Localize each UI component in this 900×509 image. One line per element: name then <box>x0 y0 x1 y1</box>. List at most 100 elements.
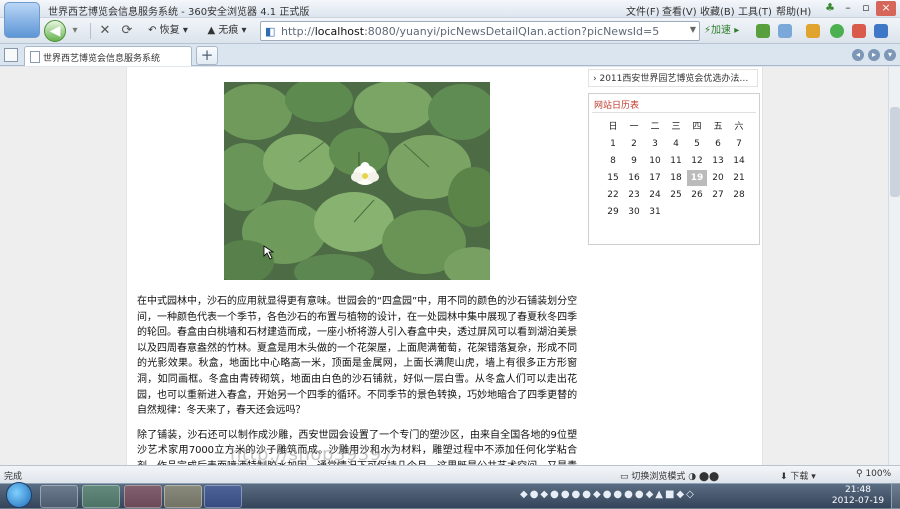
calendar-day[interactable]: 20 <box>708 170 728 186</box>
window-title: 世界西艺博览会信息服务系统 - 360安全浏览器 4.1 正式版 <box>48 7 310 18</box>
calendar-day[interactable]: 16 <box>624 170 644 186</box>
page-icon: ◧ <box>265 25 276 38</box>
refresh-button[interactable]: ⟳ <box>118 21 136 41</box>
close-button[interactable]: × <box>876 1 896 16</box>
calendar-day[interactable]: 31 <box>645 204 665 220</box>
photo-image <box>224 82 490 280</box>
menu-file[interactable]: 文件(F) <box>626 3 660 18</box>
tab-current[interactable]: 世界西艺博览会信息服务系统 <box>24 46 192 66</box>
news-title[interactable]: 2011西安世界园艺博览会优选办法… <box>599 74 748 84</box>
extensions-icon[interactable] <box>874 24 888 38</box>
security-icon[interactable] <box>830 24 844 38</box>
browser-taskbar-icon[interactable] <box>82 485 120 508</box>
calendar-grid: 日一二三四五六 1 2 3 4 5 6 7 8 9 10 11 12 13 14 15 16 17 18 19 20 21… <box>603 119 753 221</box>
menu-view[interactable]: 查看(V) <box>662 3 697 18</box>
sidebar-toggle-icon[interactable] <box>4 48 18 62</box>
calendar-day[interactable]: 24 <box>645 187 665 203</box>
calendar-day[interactable]: 28 <box>729 187 749 203</box>
ide-taskbar-icon[interactable] <box>204 485 242 508</box>
translate-icon[interactable] <box>852 24 866 38</box>
restore-button[interactable]: ↶ 恢复 ▾ <box>140 21 196 41</box>
private-mode-button[interactable]: ▲ 无痕 ▾ <box>200 21 254 41</box>
calendar-day[interactable]: 23 <box>624 187 644 203</box>
calendar-day[interactable]: 1 <box>603 136 623 152</box>
tab-bar: 世界西艺博览会信息服务系统 + ◂ ▸ ▾ <box>0 44 900 66</box>
calendar-divider <box>592 112 756 113</box>
tab-label: 世界西艺博览会信息服务系统 <box>43 54 161 64</box>
tab-left-icon[interactable]: ◂ <box>852 49 864 61</box>
browse-mode-toggle[interactable]: ▭ 切换浏览模式 ◑ ⬤⬤ <box>620 469 719 482</box>
calendar-day[interactable]: 13 <box>708 153 728 169</box>
calendar-day[interactable]: 7 <box>729 136 749 152</box>
new-tab-button[interactable]: + <box>196 46 218 65</box>
calendar-day[interactable]: 10 <box>645 153 665 169</box>
back-button[interactable]: ◀ <box>44 20 66 42</box>
calendar-day[interactable]: 27 <box>708 187 728 203</box>
calendar-week-row: 8 9 10 11 12 13 14 <box>603 153 753 170</box>
maximize-button[interactable]: ▫ <box>858 1 874 16</box>
site-calendar: 网站日历表 日一二三四五六 1 2 3 4 5 6 7 8 9 10 11 12 13 14 15 16 17 18… <box>588 93 760 245</box>
address-dropdown-icon[interactable]: ▼ <box>690 25 696 34</box>
calendar-day[interactable]: 22 <box>603 187 623 203</box>
calendar-week-row: 1234567 <box>603 136 753 153</box>
calendar-day[interactable]: 21 <box>729 170 749 186</box>
calendar-day[interactable]: 29 <box>603 204 623 220</box>
scrollbar-thumb[interactable] <box>890 107 900 197</box>
watermark: http://shop39397 <box>230 444 394 465</box>
zoom-level[interactable]: ⚲ 100% <box>856 469 891 479</box>
lotus-pond-photo <box>224 82 490 280</box>
document-icon <box>30 51 40 63</box>
news-list-item[interactable]: › 2011西安世界园艺博览会优选办法… <box>588 69 758 87</box>
calendar-day[interactable]: 6 <box>708 136 728 152</box>
tab-list-icon[interactable]: ▾ <box>884 49 896 61</box>
calendar-day[interactable]: 12 <box>687 153 707 169</box>
calendar-day[interactable]: 3 <box>645 136 665 152</box>
mail-icon[interactable] <box>806 24 820 38</box>
calendar-day[interactable]: 8 <box>603 153 623 169</box>
vertical-scrollbar[interactable] <box>888 67 900 465</box>
calendar-title: 网站日历表 <box>594 101 640 111</box>
accelerate-label: 加速 <box>711 25 732 36</box>
calendar-day[interactable]: 30 <box>624 204 644 220</box>
calendar-day[interactable]: 25 <box>666 187 686 203</box>
calendar-day[interactable]: 5 <box>687 136 707 152</box>
calendar-day[interactable]: 17 <box>645 170 665 186</box>
apps-icon[interactable] <box>756 24 770 38</box>
calendar-week-row: 22 23 24 25 26 27 28 <box>603 187 753 204</box>
forward-dropdown-icon[interactable]: ▾ <box>68 21 82 41</box>
clock[interactable]: 21:48 2012-07-19 <box>828 485 888 507</box>
calendar-day[interactable]: 4 <box>666 136 686 152</box>
article-paragraph: 在中式园林中，沙石的应用就显得更有意味。世园会的“四盒园”中，用不同的颜色的沙石… <box>137 296 577 417</box>
calendar-day-today[interactable]: 19 <box>687 170 707 186</box>
show-desktop-button[interactable] <box>891 484 900 509</box>
start-button[interactable] <box>6 482 32 508</box>
url-text[interactable]: http://localhost:8080/yuanyi/picNewsDeta… <box>281 25 659 38</box>
menu-tools[interactable]: 工具(T) <box>738 3 772 18</box>
stop-button[interactable]: ✕ <box>96 21 114 41</box>
navigation-bar: ◀ ▾ ✕ ⟳ ↶ 恢复 ▾ ▲ 无痕 ▾ ◧ http://localhost… <box>0 18 900 44</box>
download-button[interactable]: ⬇ 下载 ▾ <box>780 469 816 482</box>
calendar-day[interactable]: 14 <box>729 153 749 169</box>
tab-right-icon[interactable]: ▸ <box>868 49 880 61</box>
calendar-day[interactable]: 15 <box>603 170 623 186</box>
menu-favorites[interactable]: 收藏(B) <box>700 3 735 18</box>
calendar-day[interactable]: 26 <box>687 187 707 203</box>
system-tray[interactable]: ◆●◆●●●●◆●●●●◆▲■◆◇ <box>520 489 696 500</box>
accelerate-button[interactable]: ⚡加速 ▸ <box>704 22 748 40</box>
skin-icon[interactable]: ♣ <box>822 1 838 16</box>
address-bar[interactable]: ◧ http://localhost:8080/yuanyi/picNewsDe… <box>260 21 700 41</box>
browser-logo <box>4 2 40 38</box>
calendar-day[interactable]: 18 <box>666 170 686 186</box>
calendar-day[interactable]: 9 <box>624 153 644 169</box>
calendar-weekday: 二 <box>650 122 660 132</box>
note-icon[interactable] <box>778 24 792 38</box>
calendar-day[interactable]: 11 <box>666 153 686 169</box>
title-bar: 世界西艺博览会信息服务系统 - 360安全浏览器 4.1 正式版 文件(F) 查… <box>0 0 900 18</box>
menu-help[interactable]: 帮助(H) <box>776 3 811 18</box>
folder-taskbar-icon[interactable] <box>164 485 202 508</box>
minimize-button[interactable]: – <box>840 1 856 16</box>
calendar-day[interactable]: 2 <box>624 136 644 152</box>
ie-taskbar-icon[interactable] <box>40 485 78 508</box>
calendar-weekday: 六 <box>734 122 744 132</box>
tool-taskbar-icon[interactable] <box>124 485 162 508</box>
